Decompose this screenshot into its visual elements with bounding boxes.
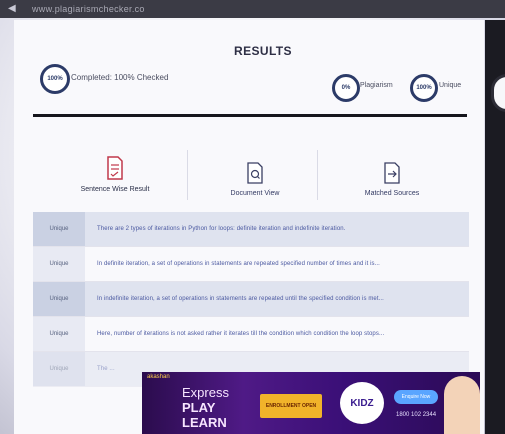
unique-progress: 100% bbox=[410, 74, 438, 102]
url-text: www.plagiarismchecker.co bbox=[32, 4, 145, 14]
ad-headline-2: PLAY bbox=[182, 400, 216, 415]
completed-progress: 100% bbox=[40, 64, 70, 94]
browser-photo: ◀ www.plagiarismchecker.co RESULTS 100% … bbox=[0, 0, 505, 434]
document-arrow-icon bbox=[384, 162, 400, 184]
document-view-button[interactable]: Document View bbox=[200, 162, 310, 197]
table-row[interactable]: Unique Here, number of iterations is not… bbox=[33, 317, 469, 352]
ad-logo: KIDZ bbox=[340, 382, 384, 424]
ad-banner[interactable]: akashan Express PLAY LEARN ENROLLMENT OP… bbox=[142, 372, 480, 434]
ad-headline-3: LEARN bbox=[182, 415, 227, 430]
sentence-text: In definite iteration, a set of operatio… bbox=[97, 261, 380, 267]
ad-enrollment-banner: ENROLLMENT OPEN bbox=[260, 394, 322, 418]
table-row[interactable]: Unique In indefinite iteration, a set of… bbox=[33, 282, 469, 317]
sentence-text: In indefinite iteration, a set of operat… bbox=[97, 296, 384, 302]
page-title: RESULTS bbox=[234, 44, 292, 58]
sentence-wise-result-button[interactable]: Sentence Wise Result bbox=[60, 156, 170, 193]
unique-percent: 100% bbox=[416, 85, 432, 91]
ad-banner-text: ENROLLMENT OPEN bbox=[265, 403, 317, 409]
status-badge: Unique bbox=[33, 352, 85, 386]
status-badge: Unique bbox=[33, 212, 85, 246]
back-icon[interactable]: ◀ bbox=[8, 3, 16, 14]
divider bbox=[33, 114, 467, 117]
address-bar[interactable]: ◀ www.plagiarismchecker.co bbox=[0, 0, 505, 18]
plagiarism-percent: 0% bbox=[341, 85, 351, 91]
ad-headline-1: Express bbox=[182, 385, 229, 400]
completed-label: Completed: 100% Checked bbox=[71, 73, 169, 82]
sentence-list: Unique There are 2 types of iterations i… bbox=[33, 212, 469, 387]
document-search-icon bbox=[247, 162, 263, 184]
right-edge bbox=[485, 20, 505, 434]
document-view-label: Document View bbox=[230, 190, 280, 197]
status-badge: Unique bbox=[33, 317, 85, 351]
feature-separator bbox=[317, 150, 318, 200]
ad-label: akashan bbox=[147, 374, 170, 380]
chat-bubble-icon[interactable] bbox=[491, 74, 505, 112]
document-lines-icon bbox=[107, 156, 123, 180]
sentence-text: Here, number of iterations is not asked … bbox=[97, 331, 385, 337]
completed-percent: 100% bbox=[47, 76, 63, 82]
ad-phone: 1800 102 2344 bbox=[396, 412, 437, 418]
table-row[interactable]: Unique In definite iteration, a set of o… bbox=[33, 247, 469, 282]
ad-photo bbox=[444, 376, 480, 434]
status-badge: Unique bbox=[33, 282, 85, 316]
plagiarism-label: Plagiarism bbox=[360, 82, 393, 89]
ad-cta-button[interactable]: Enquire Now bbox=[394, 390, 438, 404]
matched-sources-button[interactable]: Matched Sources bbox=[337, 162, 447, 197]
unique-label: Unique bbox=[439, 82, 462, 89]
table-row[interactable]: Unique There are 2 types of iterations i… bbox=[33, 212, 469, 247]
plagiarism-progress: 0% bbox=[332, 74, 360, 102]
ad-logo-text: KIDZ bbox=[350, 397, 374, 409]
sentence-text: There are 2 types of iterations in Pytho… bbox=[97, 226, 346, 232]
status-badge: Unique bbox=[33, 247, 85, 281]
feature-separator bbox=[187, 150, 188, 200]
sentence-wise-result-label: Sentence Wise Result bbox=[80, 186, 150, 193]
matched-sources-label: Matched Sources bbox=[364, 190, 420, 197]
